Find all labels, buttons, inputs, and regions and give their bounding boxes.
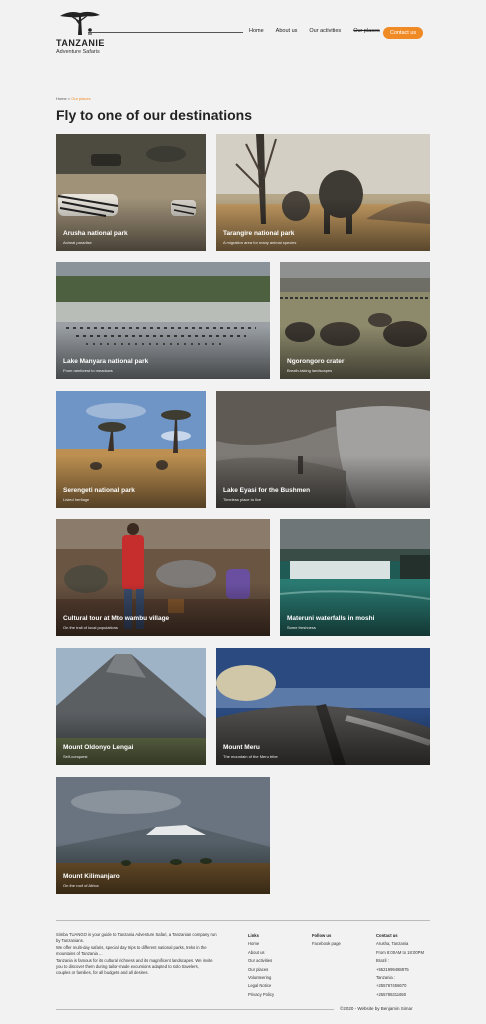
footer-contact: Contact us Arusha, Tanzania From 8:00AM … — [376, 932, 424, 999]
facebook-page-link[interactable]: Facebook page — [312, 940, 341, 948]
card-arusha[interactable]: Arusha national park Animal paradise — [56, 134, 206, 251]
card-subtitle: Listed heritage — [63, 497, 90, 502]
card-title: Mount Meru — [223, 744, 260, 751]
footer-link-about-us[interactable]: About us — [248, 949, 274, 957]
footer-bottom-divider — [56, 1009, 334, 1010]
footer-follow-heading: Follow us — [312, 933, 332, 938]
site-header: TANZANIE Adventure Safaris Home About us… — [0, 0, 486, 62]
card-subtitle: Some freshness — [287, 625, 316, 630]
footer-link-our-places[interactable]: Our places — [248, 966, 274, 974]
card-oldonyo-lengai[interactable]: Mount Oldonyo Lengai Self-conquest — [56, 648, 206, 765]
card-materuni[interactable]: Materuni waterfalls in moshi Some freshn… — [280, 519, 430, 636]
card-title: Materuni waterfalls in moshi — [287, 615, 375, 622]
page-title: Fly to one of our destinations — [56, 107, 252, 123]
card-ngorongoro[interactable]: Ngorongoro crater Breath-taking landscap… — [280, 262, 430, 379]
nav-home[interactable]: Home — [249, 28, 264, 34]
about-line: couples or families, for all budgets and… — [56, 970, 149, 976]
footer-about: Simba TUANGO is your guide to Tanzania A… — [56, 932, 241, 977]
breadcrumb-home[interactable]: Home — [56, 96, 67, 101]
card-subtitle: On the trail of local populations — [63, 625, 118, 630]
contact-brazil-label: Brazil : — [376, 958, 389, 964]
footer-link-our-activities[interactable]: Our activities — [248, 957, 274, 965]
breadcrumb-separator: > — [67, 96, 71, 101]
card-subtitle: Animal paradise — [63, 240, 92, 245]
card-title: Arusha national park — [63, 230, 128, 237]
card-tarangire[interactable]: Tarangire national park A migration area… — [216, 134, 430, 251]
card-title: Mount Oldonyo Lengai — [63, 744, 134, 751]
card-subtitle: On the roof of Africa — [63, 883, 99, 888]
logo-subtitle: Adventure Safaris — [56, 49, 100, 55]
footer-link-volunteering[interactable]: Volunteering — [248, 974, 274, 982]
breadcrumb-current: Our places — [71, 96, 91, 101]
main-nav: Home About us Our activities Our places — [249, 28, 392, 34]
card-cultural-tour[interactable]: Cultural tour at Mto wambu village On th… — [56, 519, 270, 636]
contact-brazil-phone[interactable]: +5521999488875 — [376, 966, 424, 974]
card-lake-manyara[interactable]: Lake Manyara national park From rainfore… — [56, 262, 270, 379]
contact-us-button[interactable]: Contact us — [383, 27, 423, 39]
nav-our-activities[interactable]: Our activities — [309, 28, 341, 34]
contact-tanzania-phone-2[interactable]: +255785311650 — [376, 991, 424, 999]
footer-follow: Follow us Facebook page — [312, 932, 341, 949]
card-subtitle: Self-conquest — [63, 754, 88, 759]
card-title: Lake Eyasi for the Bushmen — [223, 487, 311, 494]
card-subtitle: Timeless place to live — [223, 497, 262, 502]
footer-link-home[interactable]: Home — [248, 940, 274, 948]
footer-link-legal-notice[interactable]: Legal Notice — [248, 982, 274, 990]
logo-title: TANZANIE — [56, 38, 105, 48]
card-subtitle: From rainforest to meadows — [63, 368, 113, 373]
card-title: Tarangire national park — [223, 230, 295, 237]
footer-link-privacy-policy[interactable]: Privacy Policy — [248, 991, 274, 999]
card-title: Mount Kilimanjaro — [63, 873, 120, 880]
footer-contact-heading: Contact us — [376, 933, 398, 938]
card-lake-eyasi[interactable]: Lake Eyasi for the Bushmen Timeless plac… — [216, 391, 430, 508]
card-title: Serengeti national park — [63, 487, 135, 494]
footer-divider — [56, 920, 430, 921]
nav-about-us[interactable]: About us — [276, 28, 298, 34]
copyright: ©2020 - Website by Benjamin Simar — [340, 1006, 413, 1011]
header-divider — [88, 32, 243, 33]
nav-our-places[interactable]: Our places — [353, 28, 380, 34]
card-mount-meru[interactable]: Mount Meru The mountain of the Meru trib… — [216, 648, 430, 765]
card-kilimanjaro[interactable]: Mount Kilimanjaro On the roof of Africa — [56, 777, 270, 894]
breadcrumb: Home > Our places — [56, 96, 91, 101]
card-subtitle: The mountain of the Meru tribe — [223, 754, 278, 759]
card-subtitle: A migration area for many animal species — [223, 240, 297, 245]
footer-links: Links Home About us Our activities Our p… — [248, 932, 274, 999]
card-serengeti[interactable]: Serengeti national park Listed heritage — [56, 391, 206, 508]
contact-hours: From 8:00AM to 18:00PM — [376, 949, 424, 955]
card-title: Lake Manyara national park — [63, 358, 149, 365]
contact-tanzania-label: Tanzania : — [376, 975, 396, 981]
card-title: Ngorongoro crater — [287, 358, 345, 365]
contact-tanzania-phone-1[interactable]: +255767456670 — [376, 982, 424, 990]
card-subtitle: Breath-taking landscapes — [287, 368, 333, 373]
footer-links-heading: Links — [248, 933, 259, 938]
contact-location: Arusha, Tanzania — [376, 941, 409, 947]
card-title: Cultural tour at Mto wambu village — [63, 615, 170, 622]
